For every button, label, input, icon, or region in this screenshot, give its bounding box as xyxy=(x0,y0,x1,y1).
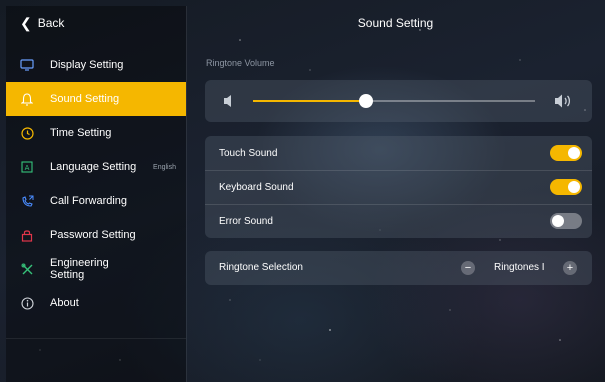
chevron-left-icon: ❮ xyxy=(20,14,32,31)
divider xyxy=(186,6,187,382)
toggle-label: Error Sound xyxy=(219,215,273,227)
settings-menu: Display Setting Sound Setting Time Setti… xyxy=(6,48,186,320)
sidebar-item-display-setting[interactable]: Display Setting xyxy=(6,48,186,82)
sidebar-item-label: Sound Setting xyxy=(50,93,120,105)
volume-slider[interactable] xyxy=(253,94,535,108)
sidebar-item-label: Display Setting xyxy=(50,59,124,71)
volume-high-icon[interactable] xyxy=(554,93,572,114)
sidebar-item-engineering-setting[interactable]: Engineering Setting xyxy=(6,252,186,286)
section-title-ringtone-volume: Ringtone Volume xyxy=(206,58,275,68)
keyboard-sound-row: Keyboard Sound xyxy=(205,170,592,204)
volume-slider-fill xyxy=(253,100,366,102)
keyboard-sound-toggle[interactable] xyxy=(550,179,582,195)
toggle-knob xyxy=(568,147,580,159)
monitor-icon xyxy=(20,58,34,72)
toggle-label: Touch Sound xyxy=(219,147,278,159)
back-button[interactable]: ❮ Back xyxy=(6,6,186,40)
sidebar-item-label: Call Forwarding xyxy=(50,195,128,207)
sidebar-divider xyxy=(6,338,186,339)
ringtone-value: Ringtones I xyxy=(494,262,545,273)
toggle-label: Keyboard Sound xyxy=(219,181,294,193)
sidebar-item-about[interactable]: About xyxy=(6,286,186,320)
sidebar-item-time-setting[interactable]: Time Setting xyxy=(6,116,186,150)
sidebar-item-language-setting[interactable]: A Language Setting English xyxy=(6,150,186,184)
page-title: Sound Setting xyxy=(357,16,434,30)
sidebar: ❮ Back Display Setting Sound Setting Tim… xyxy=(6,6,186,382)
sidebar-item-label: Language Setting xyxy=(50,161,137,173)
sound-toggles-card: Touch Sound Keyboard Sound Error Sound xyxy=(205,136,592,238)
ringtone-selection-card: Ringtone Selection − Ringtones I + xyxy=(205,251,592,285)
ringtone-selection-label: Ringtone Selection xyxy=(219,262,303,273)
sidebar-item-label: Time Setting xyxy=(50,127,112,139)
volume-low-icon[interactable] xyxy=(223,94,235,113)
svg-text:A: A xyxy=(25,164,30,172)
tools-icon xyxy=(20,262,34,276)
error-sound-row: Error Sound xyxy=(205,204,592,238)
toggle-knob xyxy=(552,215,564,227)
lock-icon xyxy=(20,228,34,242)
current-language: English xyxy=(153,163,176,171)
language-icon: A xyxy=(20,160,34,174)
ringtone-next-button[interactable]: + xyxy=(563,261,577,275)
volume-card xyxy=(205,80,592,122)
touch-sound-row: Touch Sound xyxy=(205,136,592,170)
phone-forward-icon xyxy=(20,194,34,208)
bell-icon xyxy=(20,92,34,106)
sidebar-item-call-forwarding[interactable]: Call Forwarding xyxy=(6,184,186,218)
toggle-knob xyxy=(568,181,580,193)
back-label: Back xyxy=(37,16,65,30)
touch-sound-toggle[interactable] xyxy=(550,145,582,161)
sidebar-item-sound-setting[interactable]: Sound Setting xyxy=(6,82,186,116)
sidebar-item-password-setting[interactable]: Password Setting xyxy=(6,218,186,252)
clock-icon xyxy=(20,126,34,140)
sidebar-item-label: Password Setting xyxy=(50,229,136,241)
sidebar-item-label: Engineering Setting xyxy=(50,257,109,281)
info-icon xyxy=(20,296,34,310)
volume-slider-handle[interactable] xyxy=(358,94,373,108)
ringtone-previous-button[interactable]: − xyxy=(461,261,475,275)
error-sound-toggle[interactable] xyxy=(550,213,582,229)
sidebar-item-label: About xyxy=(50,297,79,309)
